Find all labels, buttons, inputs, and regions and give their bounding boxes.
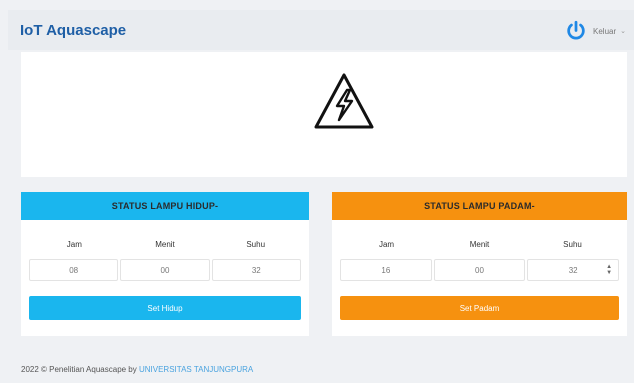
on-temperature-input[interactable]: 32 (211, 259, 301, 281)
set-on-button[interactable]: Set Hidup (29, 296, 301, 320)
footer-university-link[interactable]: UNIVERSITAS TANJUNGPURA (139, 365, 253, 374)
on-hour-input[interactable]: 08 (29, 259, 119, 281)
app-title[interactable]: IoT Aquascape (20, 22, 126, 39)
footer-text: 2022 © Penelitian Aquascape by (21, 365, 139, 374)
lamp-off-labels: Jam Menit Suhu (340, 240, 619, 249)
label-jam: Jam (378, 240, 395, 249)
on-minute-input[interactable]: 00 (120, 259, 210, 281)
set-off-button[interactable]: Set Padam (340, 296, 619, 320)
lamp-on-title: STATUS LAMPU HIDUP- (21, 192, 309, 220)
logout-label[interactable]: Keluar (593, 27, 616, 36)
chevron-down-icon[interactable]: ⌄ (620, 27, 626, 35)
lamp-off-title: STATUS LAMPU PADAM- (332, 192, 627, 220)
footer: 2022 © Penelitian Aquascape by UNIVERSIT… (21, 365, 253, 374)
off-hour-input[interactable]: 16 (340, 259, 432, 281)
label-menit: Menit (155, 240, 175, 249)
lamp-off-inputs: 16 00 32 ▲ ▼ (340, 259, 620, 281)
off-temperature-value: 32 (568, 265, 578, 275)
off-temperature-input[interactable]: 32 ▲ ▼ (527, 259, 620, 281)
top-navbar: IoT Aquascape Keluar ⌄ (8, 10, 634, 50)
label-suhu: Suhu (563, 240, 582, 249)
lamp-on-inputs: 08 00 32 (29, 259, 301, 281)
status-banner (21, 52, 627, 177)
label-menit: Menit (469, 240, 490, 249)
lamp-off-card: STATUS LAMPU PADAM- Jam Menit Suhu 16 00… (332, 192, 627, 336)
lamp-on-labels: Jam Menit Suhu (29, 240, 301, 249)
number-stepper-icon[interactable]: ▲ ▼ (606, 264, 612, 276)
electric-warning-icon (314, 73, 374, 129)
power-icon[interactable] (565, 20, 587, 42)
off-minute-input[interactable]: 00 (433, 259, 526, 281)
label-jam: Jam (66, 240, 82, 249)
logout-button[interactable]: Keluar ⌄ (565, 20, 626, 42)
lamp-on-card: STATUS LAMPU HIDUP- Jam Menit Suhu 08 00… (21, 192, 309, 336)
label-suhu: Suhu (246, 240, 266, 249)
